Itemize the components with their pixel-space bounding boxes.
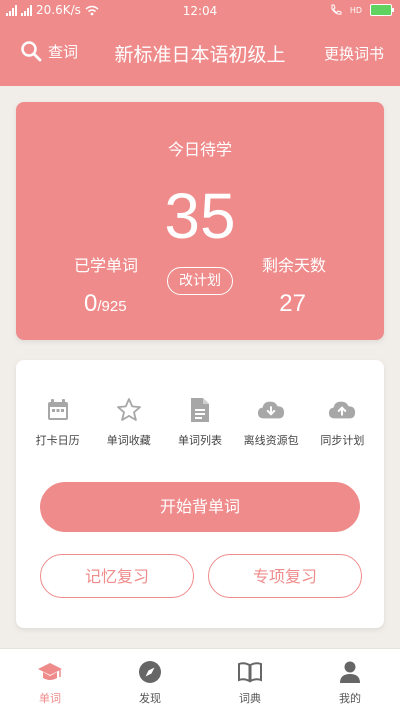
cloud-upload-icon xyxy=(328,396,356,424)
memory-review-button[interactable]: 记忆复习 xyxy=(40,554,194,598)
hd-label: HD xyxy=(349,5,362,15)
study-stats-card: 今日待学 35 已学单词 0/925 改计划 剩余天数 27 xyxy=(16,102,384,340)
star-icon xyxy=(115,396,143,424)
quick-action-offline-pack[interactable]: 离线资源包 xyxy=(237,396,305,448)
status-bar: 20.6K/s 12:04 HD xyxy=(0,0,400,22)
search-button[interactable]: 查词 xyxy=(20,40,78,62)
user-icon xyxy=(337,659,363,685)
quick-action-label: 单词列表 xyxy=(177,434,222,447)
learned-value: 0/925 xyxy=(84,290,127,318)
learned-total: /925 xyxy=(97,298,127,315)
nav-item-dictionary[interactable]: 词典 xyxy=(205,649,295,706)
app-header: 查词 新标准日本语初级上 更换词书 xyxy=(0,22,400,86)
remaining-days-label: 剩余天数 xyxy=(261,256,326,275)
nav-label: 词典 xyxy=(239,692,261,705)
graduation-cap-icon xyxy=(37,659,63,685)
quick-action-sync-plan[interactable]: 同步计划 xyxy=(308,396,376,448)
today-label: 今日待学 xyxy=(167,140,232,159)
status-right: HD xyxy=(330,4,394,16)
book-icon xyxy=(237,659,263,685)
start-learning-button[interactable]: 开始背单词 xyxy=(40,482,360,532)
nav-item-profile[interactable]: 我的 xyxy=(305,649,395,706)
nav-label: 发现 xyxy=(139,692,161,705)
remaining-days-value: 27 xyxy=(279,290,306,317)
learned-label: 已学单词 xyxy=(74,256,139,275)
learned-count: 0 xyxy=(84,290,98,317)
calendar-icon xyxy=(44,396,72,424)
special-review-button[interactable]: 专项复习 xyxy=(208,554,362,598)
nav-item-words[interactable]: 单词 xyxy=(5,649,95,706)
actions-card: 打卡日历 单词收藏 单词列表 离线资源包 同步计划 开始背单词 记忆复习 专项复… xyxy=(16,360,384,628)
search-icon xyxy=(21,41,42,62)
bottom-nav: 单词 发现 词典 我的 xyxy=(0,648,400,712)
quick-action-calendar[interactable]: 打卡日历 xyxy=(24,396,92,448)
nav-label: 我的 xyxy=(339,692,361,705)
phone-icon xyxy=(331,4,342,15)
quick-action-label: 离线资源包 xyxy=(243,434,299,447)
search-label: 查词 xyxy=(48,42,79,61)
compass-icon xyxy=(137,659,163,685)
quick-action-label: 打卡日历 xyxy=(35,434,80,447)
quick-actions: 打卡日历 单词收藏 单词列表 离线资源包 同步计划 xyxy=(16,396,384,448)
document-icon xyxy=(186,396,214,424)
nav-label: 单词 xyxy=(39,692,61,705)
nav-item-discover[interactable]: 发现 xyxy=(105,649,195,706)
change-book-button[interactable]: 更换词书 xyxy=(324,43,384,64)
today-count: 35 xyxy=(164,180,236,252)
cloud-download-icon xyxy=(257,396,285,424)
battery-icon xyxy=(370,4,394,16)
quick-action-label: 单词收藏 xyxy=(106,434,151,447)
quick-action-favorites[interactable]: 单词收藏 xyxy=(95,396,163,448)
quick-action-word-list[interactable]: 单词列表 xyxy=(166,396,234,448)
change-plan-button[interactable]: 改计划 xyxy=(167,267,233,295)
quick-action-label: 同步计划 xyxy=(320,434,365,447)
